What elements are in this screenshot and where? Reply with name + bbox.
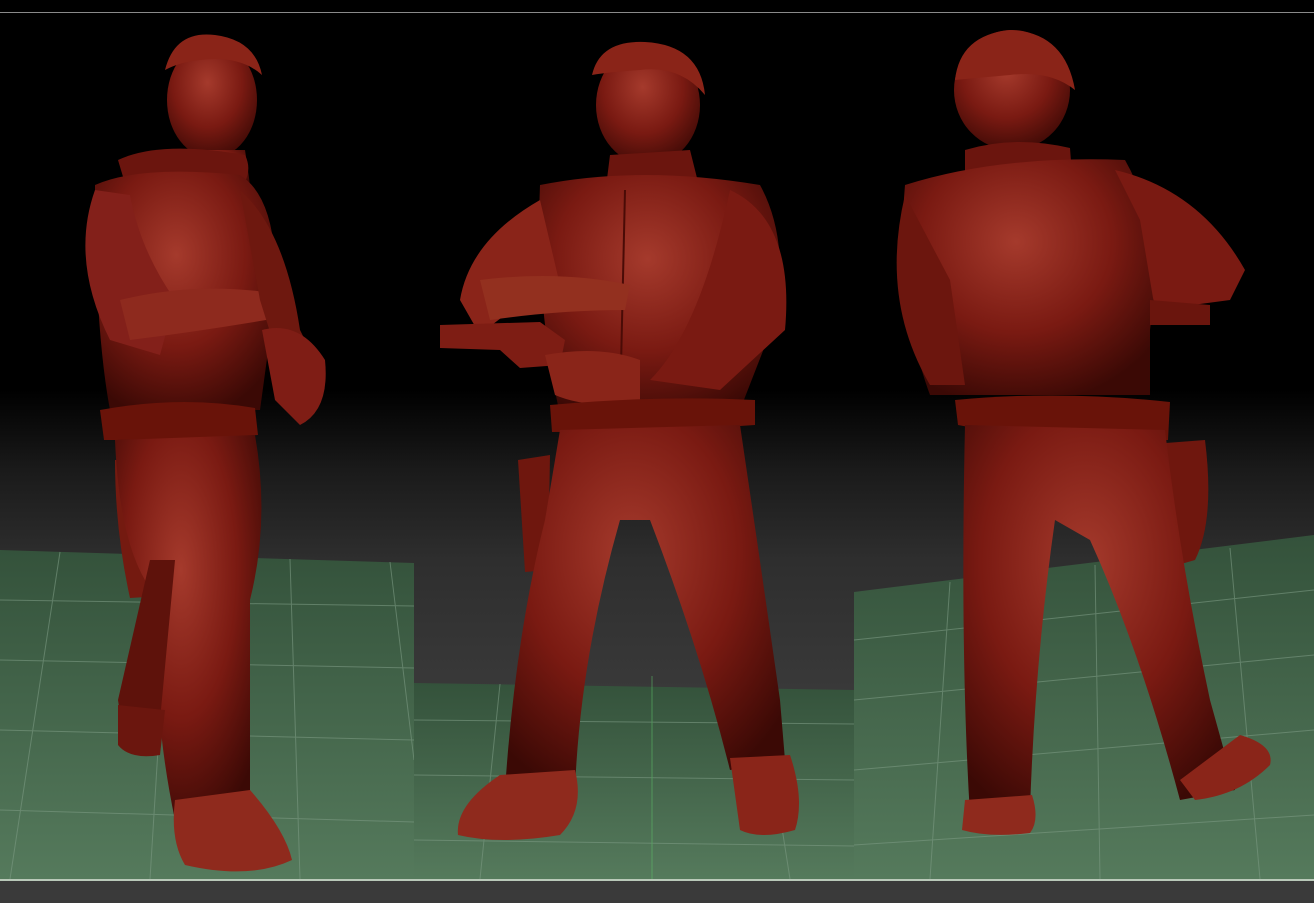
- sculpt-render-canvas[interactable]: [0, 0, 1314, 903]
- viewport-bottom-border: [0, 879, 1314, 881]
- floor-grid-right: [853, 535, 1314, 880]
- sculpt-viewport[interactable]: [0, 0, 1314, 903]
